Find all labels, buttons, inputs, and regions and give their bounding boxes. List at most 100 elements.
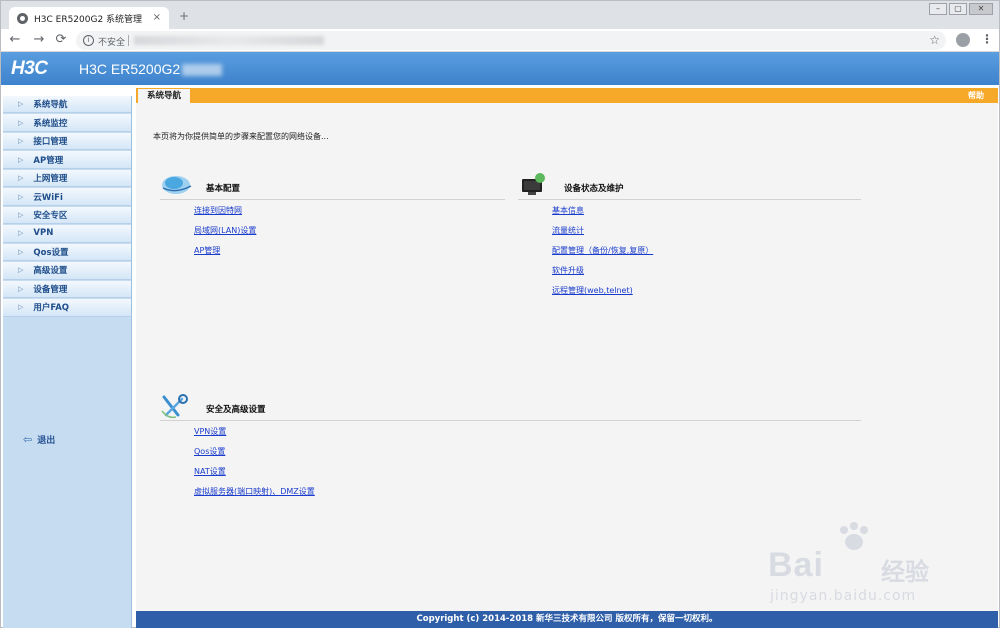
logout-button[interactable]: ⇦ 退出 [23, 433, 55, 446]
content-tabbar: 系统导航 帮助 [136, 88, 998, 103]
sidebar-item-security[interactable]: ▷ 安全专区 [3, 206, 131, 225]
list-item: NAT设置 [194, 467, 861, 487]
sidebar-item-ap[interactable]: ▷ AP管理 [3, 151, 131, 169]
sidebar-item-system-nav[interactable]: ▷ 系统导航 [3, 96, 131, 114]
maximize-button[interactable]: ▢ [949, 3, 967, 15]
h3c-logo: H3C [11, 58, 48, 79]
link-lan-settings[interactable]: 局域网(LAN)设置 [194, 226, 256, 235]
sidebar-item-label: Qos设置 [33, 247, 69, 258]
tab-title: H3C ER5200G2 系统管理 [34, 15, 143, 25]
globe-network-icon [162, 176, 192, 194]
sidebar-item-label: AP管理 [33, 155, 64, 166]
sidebar-item-label: 高级设置 [33, 266, 68, 277]
new-tab-button[interactable]: + [177, 10, 191, 24]
browser-tab[interactable]: H3C ER5200G2 系统管理 × [9, 7, 169, 30]
list-item: 连接到因特网 [194, 206, 505, 226]
router-admin-page: H3C H3C ER5200G2 ▷ 系统导航 ▷ 系统监控 ▷ 接口管理 ▷ AP管理… [0, 52, 1000, 628]
main-content: 系统导航 帮助 本页将为你提供简单的步骤来配置您的网络设备... 基本配置 连接… [136, 88, 998, 628]
tools-icon [161, 394, 188, 419]
sidebar-item-label: 系统监控 [33, 118, 68, 129]
chevron-right-icon: ▷ [18, 192, 24, 201]
chevron-right-icon: ▷ [18, 137, 24, 146]
list-item: 局域网(LAN)设置 [194, 226, 505, 246]
sidebar-item-qos[interactable]: ▷ Qos设置 [3, 243, 131, 262]
chevron-right-icon: ▷ [18, 229, 24, 238]
window-controls: – ▢ ✕ [929, 3, 993, 15]
sidebar-item-label: 云WiFi [33, 192, 63, 203]
monitor-icon [522, 173, 545, 195]
link-traffic-stats[interactable]: 流量统计 [552, 226, 584, 235]
chevron-right-icon: ▷ [18, 100, 24, 109]
sidebar-item-cloud-wifi[interactable]: ▷ 云WiFi [3, 188, 131, 206]
sidebar-item-faq[interactable]: ▷ 用户FAQ [3, 299, 131, 317]
tab-system-nav[interactable]: 系统导航 [138, 89, 190, 103]
link-list: 连接到因特网 局域网(LAN)设置 AP管理 [160, 206, 505, 266]
list-item: 软件升级 [552, 266, 861, 286]
link-software-upgrade[interactable]: 软件升级 [552, 266, 584, 275]
logout-label: 退出 [37, 436, 56, 446]
profile-avatar-icon[interactable] [956, 33, 970, 47]
product-name: H3C ER5200G2 [79, 61, 181, 77]
sidebar-item-label: 上网管理 [33, 174, 68, 185]
chevron-right-icon: ▷ [18, 284, 24, 293]
link-virtual-server-dmz[interactable]: 虚拟服务器(端口映射)、DMZ设置 [194, 487, 315, 496]
section-header: 安全及高级设置 [160, 393, 861, 421]
sidebar-item-internet[interactable]: ▷ 上网管理 [3, 169, 131, 188]
sidebar-item-vpn[interactable]: ▷ VPN [3, 225, 131, 243]
link-basic-info[interactable]: 基本信息 [552, 206, 584, 215]
link-remote-management[interactable]: 远程管理(web,telnet) [552, 286, 633, 295]
globe-icon [17, 13, 28, 24]
chevron-right-icon: ▷ [18, 118, 24, 127]
chevron-right-icon: ▷ [18, 247, 24, 256]
bookmark-star-icon[interactable]: ☆ [929, 33, 940, 47]
browser-tabstrip: H3C ER5200G2 系统管理 × + – ▢ ✕ [0, 0, 1000, 30]
back-button[interactable]: ← [7, 32, 23, 48]
chevron-right-icon: ▷ [18, 211, 24, 219]
sidebar-item-label: 用户FAQ [33, 303, 70, 314]
link-connect-internet[interactable]: 连接到因特网 [194, 206, 242, 215]
insecure-label: 不安全 [98, 38, 126, 48]
link-config-management[interactable]: 配置管理（备份/恢复,复原） [552, 246, 653, 255]
list-item: AP管理 [194, 246, 505, 266]
link-nat-settings[interactable]: NAT设置 [194, 467, 226, 476]
info-icon[interactable]: i [83, 35, 94, 46]
link-list: 基本信息 流量统计 配置管理（备份/恢复,复原） 软件升级 远程管理(web,t… [518, 206, 861, 306]
list-item: Qos设置 [194, 447, 861, 467]
list-item: 基本信息 [552, 206, 861, 226]
link-ap-management[interactable]: AP管理 [194, 246, 220, 255]
section-device-status: 设备状态及维护 基本信息 流量统计 配置管理（备份/恢复,复原） 软件升级 远程… [518, 172, 861, 306]
chevron-right-icon: ▷ [18, 266, 24, 275]
sidebar-item-label: VPN [33, 228, 54, 239]
sidebar-nav: ▷ 系统导航 ▷ 系统监控 ▷ 接口管理 ▷ AP管理 ▷ 上网管理 ▷ 云WiFi ▷ 安全… [3, 96, 132, 628]
help-link[interactable]: 帮助 [968, 90, 984, 101]
list-item: VPN设置 [194, 427, 861, 447]
section-title: 设备状态及维护 [564, 184, 624, 194]
sidebar-item-interface[interactable]: ▷ 接口管理 [3, 132, 131, 151]
link-vpn-settings[interactable]: VPN设置 [194, 427, 226, 436]
reload-button[interactable]: ⟳ [53, 32, 69, 48]
section-basic-config: 基本配置 连接到因特网 局域网(LAN)设置 AP管理 [160, 172, 505, 266]
logout-icon: ⇦ [23, 433, 33, 446]
chevron-right-icon: ▷ [18, 155, 24, 164]
product-title: H3C ER5200G2 [79, 61, 223, 77]
browser-toolbar: ← → ⟳ i 不安全 ☆ ⋮ [0, 29, 1000, 52]
link-qos-settings[interactable]: Qos设置 [194, 447, 225, 456]
address-bar[interactable]: i 不安全 ☆ [76, 31, 946, 50]
page-header: H3C H3C ER5200G2 [1, 52, 999, 85]
close-window-button[interactable]: ✕ [969, 3, 993, 15]
url-text-blurred [134, 36, 324, 45]
sidebar-item-device[interactable]: ▷ 设备管理 [3, 280, 131, 299]
copyright-footer: Copyright (c) 2014-2018 新华三技术有限公司 版权所有，保… [136, 611, 998, 628]
list-item: 远程管理(web,telnet) [552, 286, 861, 306]
sidebar-item-advanced[interactable]: ▷ 高级设置 [3, 262, 131, 280]
sidebar-item-system-monitor[interactable]: ▷ 系统监控 [3, 114, 131, 132]
browser-menu-icon[interactable]: ⋮ [981, 32, 993, 46]
tab-close-icon[interactable]: × [153, 12, 161, 23]
link-list: VPN设置 Qos设置 NAT设置 虚拟服务器(端口映射)、DMZ设置 [160, 427, 861, 507]
minimize-button[interactable]: – [929, 3, 947, 15]
section-header: 基本配置 [160, 172, 505, 200]
sidebar-item-label: 接口管理 [33, 137, 68, 148]
sidebar-item-label: 安全专区 [33, 211, 68, 221]
forward-button[interactable]: → [31, 32, 47, 48]
chevron-right-icon: ▷ [18, 303, 24, 312]
